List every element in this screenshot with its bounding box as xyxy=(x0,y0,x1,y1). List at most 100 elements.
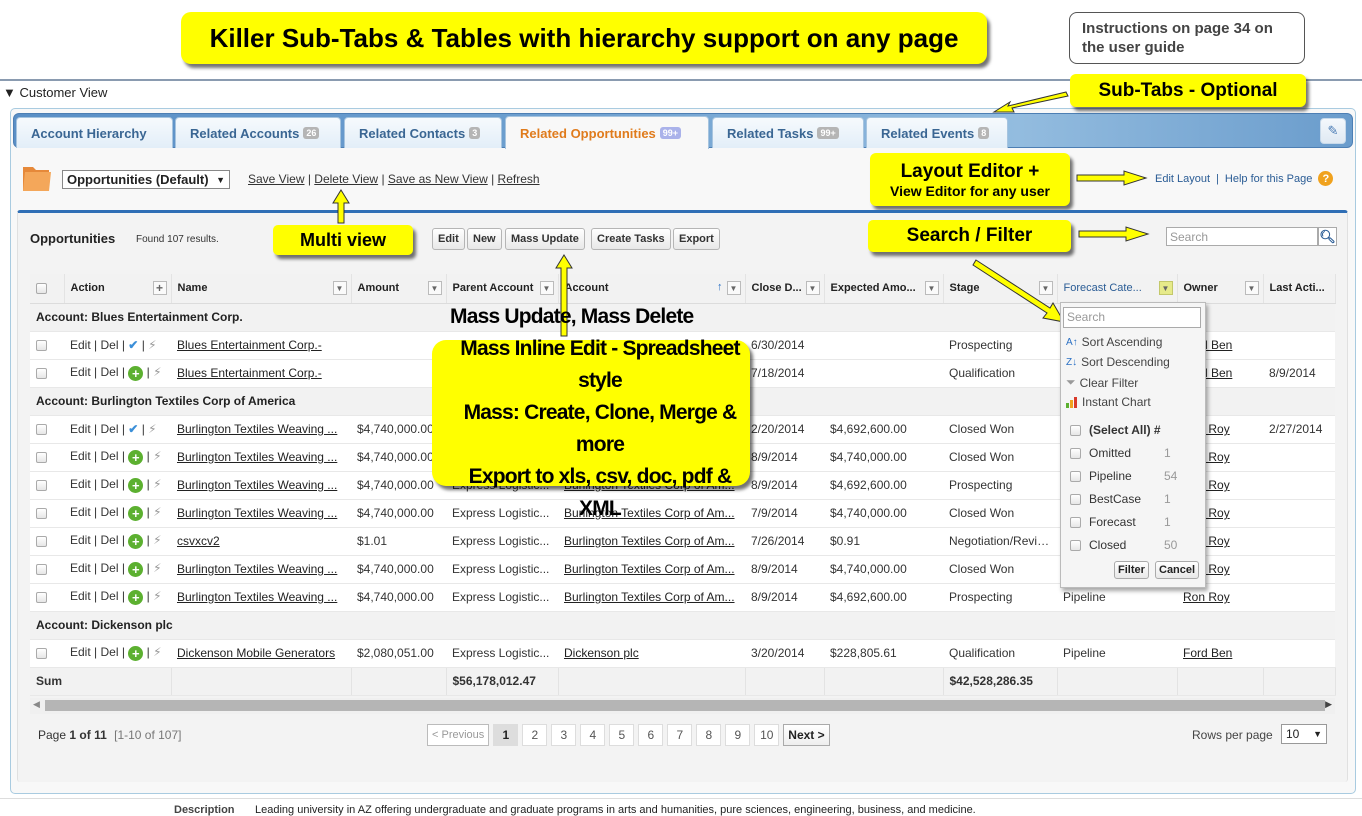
add-column-icon[interactable]: + xyxy=(152,281,167,295)
edit-link[interactable]: Edit xyxy=(70,645,91,659)
column-header-close-date[interactable]: Close D... ▼ xyxy=(745,274,825,304)
edit-link[interactable]: Edit xyxy=(70,365,91,379)
horizontal-scrollbar[interactable]: ◀ ▶ xyxy=(30,698,1335,714)
scroll-left-icon[interactable]: ◀ xyxy=(33,699,40,710)
lightning-icon[interactable]: ⚡︎ xyxy=(153,561,161,575)
add-icon[interactable]: + xyxy=(128,533,144,549)
select-all-header[interactable] xyxy=(30,274,65,304)
owner-link[interactable]: Ron Roy xyxy=(1183,590,1230,604)
edit-link[interactable]: Edit xyxy=(70,449,91,463)
name-link[interactable]: Burlington Textiles Weaving ... xyxy=(177,422,337,436)
name-link[interactable]: Burlington Textiles Weaving ... xyxy=(177,562,337,576)
row-checkbox[interactable] xyxy=(36,564,47,576)
column-menu-icon[interactable]: ▼ xyxy=(924,281,939,295)
add-icon[interactable]: + xyxy=(128,561,144,577)
select-all-checkbox[interactable] xyxy=(36,282,47,294)
add-icon[interactable]: + xyxy=(128,645,144,661)
add-icon[interactable]: + xyxy=(128,365,144,381)
row-checkbox[interactable] xyxy=(36,368,47,380)
account-link[interactable]: Burlington Textiles Corp of Am... xyxy=(564,590,735,604)
select-all-option[interactable]: (Select All) # xyxy=(1070,423,1161,437)
name-link[interactable]: Burlington Textiles Weaving ... xyxy=(177,478,337,492)
add-icon[interactable]: + xyxy=(128,589,144,605)
page-2-button[interactable]: 2 xyxy=(522,724,548,746)
edit-link[interactable]: Edit xyxy=(70,505,91,519)
page-3-button[interactable]: 3 xyxy=(551,724,577,746)
scroll-right-icon[interactable]: ▶ xyxy=(1325,699,1332,710)
row-checkbox[interactable] xyxy=(36,508,47,520)
mass-update-button[interactable]: Mass Update xyxy=(505,228,585,250)
page-6-button[interactable]: 6 xyxy=(638,724,664,746)
new-button[interactable]: New xyxy=(467,228,502,250)
export-button[interactable]: Export xyxy=(673,228,720,250)
account-link[interactable]: Dickenson plc xyxy=(564,646,639,660)
column-header-action[interactable]: Action + xyxy=(64,274,172,304)
name-link[interactable]: Burlington Textiles Weaving ... xyxy=(177,506,337,520)
check-icon[interactable]: ✔ xyxy=(128,338,138,352)
scrollbar-thumb[interactable] xyxy=(45,700,1325,711)
create-tasks-button[interactable]: Create Tasks xyxy=(591,228,671,250)
page-5-button[interactable]: 5 xyxy=(609,724,635,746)
table-row[interactable]: Edit | Del | + | ⚡︎ Dickenson Mobile Gene… xyxy=(30,639,1335,668)
column-header-name[interactable]: Name ▼ xyxy=(171,274,352,304)
checkbox[interactable] xyxy=(1070,424,1081,436)
filter-option[interactable]: Omitted 1 xyxy=(1070,446,1171,460)
column-header-expected-amount[interactable]: Expected Amo... ▼ xyxy=(824,274,944,304)
help-link[interactable]: Help for this Page xyxy=(1225,173,1312,185)
name-link[interactable]: Blues Entertainment Corp.- xyxy=(177,338,322,352)
row-checkbox[interactable] xyxy=(36,340,47,352)
owner-link[interactable]: Ford Ben xyxy=(1183,646,1232,660)
column-menu-icon[interactable]: ▼ xyxy=(1244,281,1259,295)
tab-related-accounts[interactable]: Related Accounts 26 xyxy=(175,117,341,148)
tab-related-tasks[interactable]: Related Tasks 99+ xyxy=(712,117,864,148)
lightning-icon[interactable]: ⚡︎ xyxy=(153,645,161,659)
row-checkbox[interactable] xyxy=(36,424,47,436)
help-icon[interactable]: ? xyxy=(1318,171,1334,186)
add-icon[interactable]: + xyxy=(128,505,144,521)
delete-link[interactable]: Del xyxy=(100,589,118,603)
filter-search-input[interactable]: Search xyxy=(1063,307,1201,328)
section-header[interactable]: ▼ Customer View xyxy=(3,85,107,100)
column-header-amount[interactable]: Amount ▼ xyxy=(351,274,447,304)
tab-related-events[interactable]: Related Events 8 xyxy=(866,117,1008,148)
refresh-link[interactable]: Refresh xyxy=(498,172,540,186)
edit-link[interactable]: Edit xyxy=(70,477,91,491)
column-header-owner[interactable]: Owner ▼ xyxy=(1177,274,1264,304)
name-link[interactable]: Dickenson Mobile Generators xyxy=(177,646,335,660)
delete-link[interactable]: Del xyxy=(100,505,118,519)
column-header-parent-account[interactable]: Parent Account ▼ xyxy=(446,274,559,304)
account-link[interactable]: Burlington Textiles Corp of Am... xyxy=(564,534,735,548)
lightning-icon[interactable]: ⚡︎ xyxy=(148,338,156,352)
name-link[interactable]: csvxcv2 xyxy=(177,534,220,548)
tab-related-contacts[interactable]: Related Contacts 3 xyxy=(344,117,502,148)
lightning-icon[interactable]: ⚡︎ xyxy=(153,365,161,379)
checkbox[interactable] xyxy=(1070,539,1081,551)
lightning-icon[interactable]: ⚡︎ xyxy=(153,477,161,491)
row-checkbox[interactable] xyxy=(36,480,47,492)
page-9-button[interactable]: 9 xyxy=(725,724,751,746)
lightning-icon[interactable]: ⚡︎ xyxy=(153,533,161,547)
tab-related-opportunities[interactable]: Related Opportunities 99+ xyxy=(505,116,709,149)
page-8-button[interactable]: 8 xyxy=(696,724,722,746)
checkbox[interactable] xyxy=(1070,447,1081,459)
cancel-button[interactable]: Cancel xyxy=(1155,561,1200,579)
row-checkbox[interactable] xyxy=(36,452,47,464)
row-checkbox[interactable] xyxy=(36,536,47,548)
delete-link[interactable]: Del xyxy=(100,645,118,659)
tab-account-hierarchy[interactable]: Account Hierarchy xyxy=(16,117,173,148)
checkbox[interactable] xyxy=(1070,516,1081,528)
column-menu-icon[interactable]: ▼ xyxy=(332,281,347,295)
column-menu-icon[interactable]: ▼ xyxy=(1158,281,1173,295)
save-view-link[interactable]: Save View xyxy=(248,172,304,186)
lightning-icon[interactable]: ⚡︎ xyxy=(153,589,161,603)
filter-button[interactable]: Filter xyxy=(1114,561,1149,579)
account-link[interactable]: Burlington Textiles Corp of Am... xyxy=(564,562,735,576)
page-1-button[interactable]: 1 xyxy=(493,724,519,746)
edit-link[interactable]: Edit xyxy=(70,422,91,436)
filter-option[interactable]: BestCase 1 xyxy=(1070,492,1171,506)
column-header-account[interactable]: Account ↑ ▼ xyxy=(558,274,746,304)
check-icon[interactable]: ✔ xyxy=(128,422,138,436)
delete-link[interactable]: Del xyxy=(100,338,118,352)
edit-tabs-button[interactable]: ✎ xyxy=(1320,118,1346,144)
column-header-last-activity[interactable]: Last Acti... xyxy=(1263,274,1336,304)
